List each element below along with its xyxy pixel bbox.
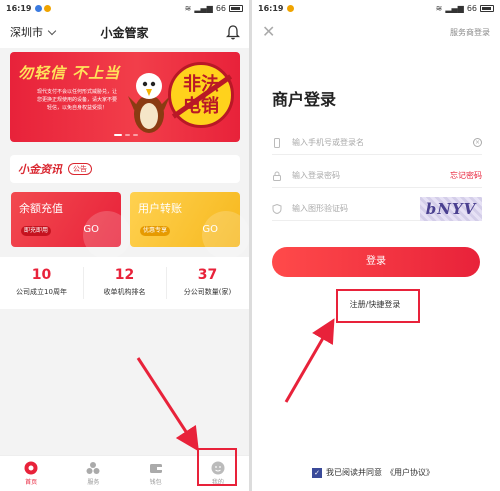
password-input[interactable]: 输入登录密码 xyxy=(292,170,340,181)
profile-tab-highlight xyxy=(197,448,237,486)
banner-copy: 现代支付不会以任何形式威胁兑，让您更换正规使用的设备，请大家不要轻信，以免自身权… xyxy=(37,89,118,111)
stat-item: 37 分公司数量(家) xyxy=(166,257,249,309)
captcha-input[interactable]: 输入图形验证码 xyxy=(292,203,348,214)
status-right: ≋ ▂▄▆ 66 xyxy=(185,4,243,13)
phone-field[interactable]: 输入手机号或登录名 × xyxy=(272,131,482,155)
card-decoration xyxy=(202,211,249,259)
forgot-password-link[interactable]: 忘记密码 xyxy=(450,170,482,181)
phone-input[interactable]: 输入手机号或登录名 xyxy=(292,137,364,148)
register-highlight xyxy=(336,289,420,323)
login-button[interactable]: 登录 xyxy=(272,247,480,277)
user-agreement-link[interactable]: 《用户协议》 xyxy=(386,467,434,478)
battery-icon xyxy=(229,4,243,12)
recharge-card[interactable]: 余额充值 即充即用 GO xyxy=(11,192,131,259)
tab-label: 首页 xyxy=(25,479,38,486)
battery-icon xyxy=(480,4,494,12)
agreement-row: ✓ 我已阅读并同意 《用户协议》 xyxy=(312,467,434,478)
app-notification-icon xyxy=(287,4,295,12)
chevron-down-icon xyxy=(47,26,57,35)
agreement-text: 我已阅读并同意 xyxy=(326,468,382,477)
stat-label: 公司成立10周年 xyxy=(16,288,67,296)
tab-services[interactable]: 服务 xyxy=(62,456,124,491)
captcha-field[interactable]: 输入图形验证码 bNYV xyxy=(272,196,482,221)
login-screen: 16:19 ≋ ▂▄▆ 66 ✕ 服务商登录 商户登录 输入手机号或登录名 × … xyxy=(252,0,500,491)
clear-icon[interactable]: × xyxy=(473,138,482,147)
stat-value: 10 xyxy=(31,267,52,283)
stat-label: 分公司数量(家) xyxy=(183,288,232,296)
home-header: 深圳市 小金管家 xyxy=(0,16,249,48)
battery-level: 66 xyxy=(466,3,477,13)
carousel-dot xyxy=(133,134,138,136)
stat-value: 12 xyxy=(114,267,135,283)
notification-icons xyxy=(287,4,295,12)
app-notification-icon xyxy=(35,4,43,12)
carousel-dot xyxy=(125,134,130,136)
tab-home[interactable]: 首页 xyxy=(0,456,62,491)
close-icon[interactable]: ✕ xyxy=(262,24,275,40)
status-time: 16:19 xyxy=(258,3,284,13)
status-right: ≋ ▂▄▆ 66 xyxy=(436,4,494,13)
page-title: 商户登录 xyxy=(272,90,337,109)
shield-icon xyxy=(272,203,282,214)
carousel-indicator xyxy=(114,134,138,136)
stat-value: 37 xyxy=(197,267,218,283)
wallet-icon xyxy=(149,464,162,473)
notification-icons xyxy=(35,4,52,12)
stat-label: 收单机构排名 xyxy=(103,288,146,296)
transfer-card[interactable]: 用户转账 优惠专享 GO xyxy=(130,192,249,259)
banner-headline: 勿轻信 不上当 xyxy=(18,64,121,82)
company-stats: 10 公司成立10周年 12 收单机构排名 37 分公司数量(家) xyxy=(0,257,249,309)
home-screen: 16:19 ≋ ▂▄▆ 66 深圳市 小金管家 勿轻信 不上当 现代支付不会以任… xyxy=(0,0,249,491)
city-selector[interactable]: 深圳市 xyxy=(10,24,57,40)
captcha-image[interactable]: bNYV xyxy=(420,196,482,221)
card-decoration xyxy=(83,211,131,259)
tab-label: 服务 xyxy=(87,479,100,486)
city-label: 深圳市 xyxy=(10,26,43,39)
stat-item: 12 收单机构排名 xyxy=(83,257,166,309)
app-notification-icon xyxy=(44,4,52,12)
eagle-mascot-icon xyxy=(128,73,170,133)
wifi-icon: ≋ xyxy=(435,3,443,13)
stat-item: 10 公司成立10周年 xyxy=(0,257,83,309)
provider-login-link[interactable]: 服务商登录 xyxy=(450,27,490,38)
tab-label: 钱包 xyxy=(149,479,162,486)
tab-wallet[interactable]: 钱包 xyxy=(125,456,187,491)
carousel-dot xyxy=(114,134,122,136)
status-bar: 16:19 ≋ ▂▄▆ 66 xyxy=(0,0,249,16)
warning-stamp: 非法 电销 xyxy=(168,62,234,128)
password-field[interactable]: 输入登录密码 忘记密码 xyxy=(272,164,482,188)
promo-banner[interactable]: 勿轻信 不上当 现代支付不会以任何形式威胁兑，让您更换正规使用的设备，请大家不要… xyxy=(10,52,240,142)
home-icon xyxy=(24,461,38,475)
news-bar[interactable]: 小金资讯 公告 xyxy=(10,155,240,183)
signal-icon: ▂▄▆ xyxy=(194,3,213,13)
signal-icon: ▂▄▆ xyxy=(445,3,464,13)
services-icon xyxy=(86,462,100,474)
agreement-checkbox[interactable]: ✓ xyxy=(312,467,322,478)
news-badge: 公告 xyxy=(68,163,92,175)
phone-icon xyxy=(274,137,280,148)
status-bar: 16:19 ≋ ▂▄▆ 66 xyxy=(252,0,500,16)
status-time: 16:19 xyxy=(6,3,32,13)
bell-icon[interactable] xyxy=(226,24,240,40)
card-tag: 优惠专享 xyxy=(140,226,171,236)
login-header: ✕ 服务商登录 xyxy=(252,16,500,48)
lock-icon xyxy=(273,171,281,181)
wifi-icon: ≋ xyxy=(184,3,192,13)
card-tag: 即充即用 xyxy=(21,226,52,236)
battery-level: 66 xyxy=(215,3,226,13)
news-logo: 小金资讯 xyxy=(18,163,62,176)
